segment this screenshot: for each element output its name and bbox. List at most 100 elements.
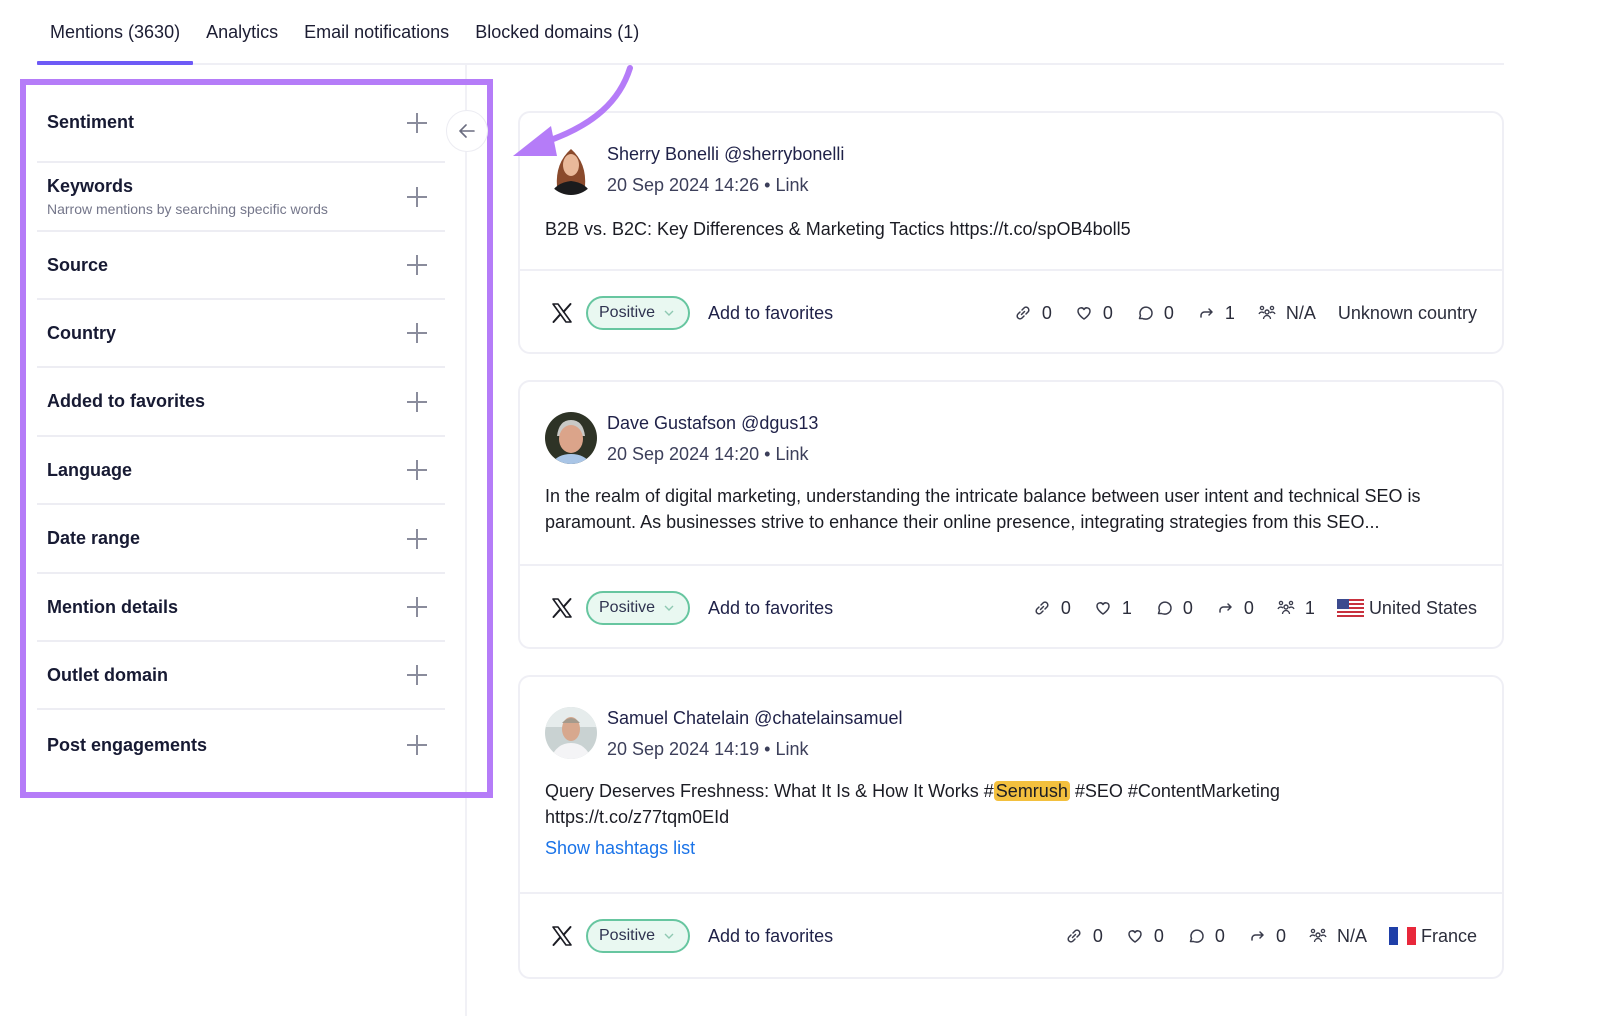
audience-icon <box>1309 928 1327 943</box>
mention-date: 20 Sep 2024 14:19 <box>607 739 760 759</box>
plus-icon[interactable] <box>407 460 427 480</box>
filter-label: Keywords <box>47 176 134 196</box>
link-icon <box>1016 306 1030 320</box>
tab-mentions[interactable]: Mentions (3630) <box>37 22 194 65</box>
mention-footer: Positive Add to favorites 0 0 0 1 N/A Un… <box>520 269 1502 355</box>
mention-meta: 20 Sep 2024 14:20 • Link <box>607 443 818 465</box>
comments-count: 0 <box>1182 597 1193 618</box>
mention-text: Query Deserves Freshness: What It Is & H… <box>545 778 1477 830</box>
mention-footer: Positive Add to favorites 0 0 0 0 N/A Fr… <box>520 892 1502 978</box>
x-logo-icon[interactable] <box>550 596 574 620</box>
mention-card: Samuel Chatelain @chatelainsamuel 20 Sep… <box>518 675 1504 979</box>
filter-mention-details[interactable]: Mention details <box>37 574 445 642</box>
filter-source[interactable]: Source <box>37 232 445 300</box>
tab-email-notifications[interactable]: Email notifications <box>291 22 462 63</box>
sentiment-value: Positive <box>599 927 656 944</box>
text-url: https://t.co/z77tqm0EId <box>545 807 730 827</box>
mention-link[interactable]: Link <box>775 175 808 195</box>
sentiment-dropdown[interactable]: Positive <box>586 919 691 953</box>
link-icon <box>1035 601 1049 615</box>
engagement-stats: 0 0 0 1 N/A Unknown country <box>1013 303 1477 324</box>
filter-description: Narrow mentions by searching specific wo… <box>47 201 328 217</box>
shares-count: 0 <box>1275 925 1286 946</box>
audience-icon <box>1277 600 1295 615</box>
share-icon <box>1200 308 1213 318</box>
add-to-favorites-button[interactable]: Add to favorites <box>708 303 833 324</box>
add-to-favorites-button[interactable]: Add to favorites <box>708 926 833 947</box>
country-name: France <box>1420 925 1477 946</box>
filter-language[interactable]: Language <box>37 437 445 505</box>
plus-icon[interactable] <box>407 391 427 412</box>
mention-link[interactable]: Link <box>775 739 808 759</box>
filter-date-range[interactable]: Date range <box>37 505 445 574</box>
likes-count: 0 <box>1153 925 1164 946</box>
tab-blocked-domains[interactable]: Blocked domains (1) <box>462 22 652 63</box>
annotation-arrow-icon <box>513 65 633 156</box>
plus-icon[interactable] <box>407 597 427 617</box>
text-part: #SEO #ContentMarketing <box>1069 781 1280 801</box>
author-name[interactable]: Samuel Chatelain <box>607 708 749 728</box>
collapse-sidebar-button[interactable] <box>446 110 488 152</box>
filter-label: Sentiment <box>47 112 135 132</box>
filter-keywords[interactable]: Keywords Narrow mentions by searching sp… <box>37 163 445 232</box>
author-handle[interactable]: @sherrybonelli <box>724 144 844 164</box>
likes-count: 0 <box>1102 302 1113 323</box>
filter-label: Mention details <box>47 596 179 617</box>
avatar[interactable] <box>545 707 597 759</box>
author-handle[interactable]: @dgus13 <box>741 413 818 433</box>
x-logo-icon[interactable] <box>550 301 574 325</box>
plus-icon[interactable] <box>407 528 427 549</box>
heart-icon <box>1077 307 1091 320</box>
x-logo-icon[interactable] <box>550 924 574 948</box>
sentiment-dropdown[interactable]: Positive <box>586 296 691 330</box>
mention-meta: 20 Sep 2024 14:26 • Link <box>607 174 844 196</box>
comment-icon <box>1138 306 1153 320</box>
plus-icon[interactable] <box>407 323 427 343</box>
chevron-down-icon <box>664 605 674 611</box>
plus-icon[interactable] <box>407 186 427 207</box>
filter-label: Added to favorites <box>47 391 206 411</box>
filter-label: Country <box>47 322 116 343</box>
reach-count: N/A <box>1336 925 1367 946</box>
shares-count: 0 <box>1243 597 1254 618</box>
mention-date: 20 Sep 2024 14:20 <box>607 444 760 464</box>
link-icon <box>1067 929 1081 943</box>
filter-sentiment[interactable]: Sentiment <box>37 84 445 163</box>
plus-icon[interactable] <box>407 665 427 685</box>
mention-text: B2B vs. B2C: Key Differences & Marketing… <box>545 219 1131 239</box>
filter-label: Outlet domain <box>47 664 168 685</box>
filter-label: Source <box>47 254 109 275</box>
text-part: Query Deserves Freshness: What It Is & H… <box>545 781 994 801</box>
likes-count: 1 <box>1121 597 1132 618</box>
mention-link[interactable]: Link <box>775 444 808 464</box>
author-handle[interactable]: @chatelainsamuel <box>754 708 902 728</box>
avatar[interactable] <box>545 412 597 464</box>
keyword-highlight: Semrush <box>993 781 1070 801</box>
engagement-stats: 0 0 0 0 N/A France <box>1064 926 1477 947</box>
sentiment-dropdown[interactable]: Positive <box>586 591 691 625</box>
filter-country[interactable]: Country <box>37 300 445 368</box>
author-line: Dave Gustafson @dgus13 <box>607 412 818 434</box>
author-name[interactable]: Dave Gustafson <box>607 413 736 433</box>
reach-count: 1 <box>1304 597 1315 618</box>
comments-count: 0 <box>1214 925 1225 946</box>
mention-meta: 20 Sep 2024 14:19 • Link <box>607 738 902 760</box>
us-flag-icon <box>1336 599 1364 617</box>
add-to-favorites-button[interactable]: Add to favorites <box>708 598 833 619</box>
tab-analytics[interactable]: Analytics <box>193 22 291 63</box>
mention-text: In the realm of digital marketing, under… <box>545 486 1421 532</box>
share-icon <box>1251 931 1264 941</box>
show-hashtags-link[interactable]: Show hashtags list <box>545 838 695 859</box>
filter-added-to-favorites[interactable]: Added to favorites <box>37 368 445 437</box>
country-name: United States <box>1368 597 1477 618</box>
plus-icon[interactable] <box>407 735 427 755</box>
filter-post-engagements[interactable]: Post engagements <box>37 710 445 780</box>
plus-icon[interactable] <box>407 255 427 275</box>
sentiment-value: Positive <box>599 304 656 321</box>
sentiment-value: Positive <box>599 599 656 616</box>
tab-bar: Mentions (3630) Analytics Email notifica… <box>37 0 1504 65</box>
country-name: Unknown country <box>1337 302 1477 323</box>
plus-icon[interactable] <box>407 112 427 133</box>
chevron-down-icon <box>664 310 674 316</box>
filter-outlet-domain[interactable]: Outlet domain <box>37 642 445 710</box>
